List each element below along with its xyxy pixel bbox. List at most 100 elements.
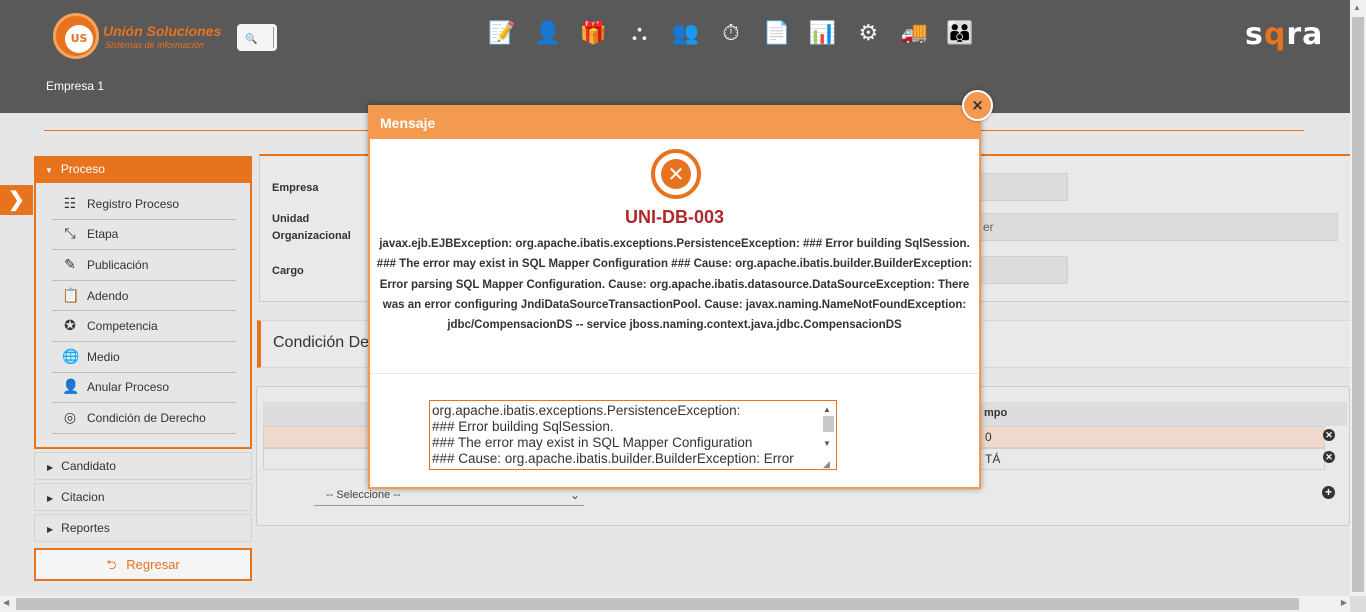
- brand-suffix: ra: [1286, 17, 1324, 52]
- menu-item-icon: 👤: [62, 379, 80, 396]
- caret-right-icon: ▶: [47, 494, 54, 503]
- menu-item-label: Adendo: [87, 288, 129, 303]
- report-icon[interactable]: 📄: [763, 20, 791, 48]
- document-edit-icon[interactable]: 📝: [488, 20, 516, 48]
- sidebar-item-registro-proceso[interactable]: ☷ Registro Proceso: [52, 189, 236, 220]
- brand-prefix: s: [1245, 17, 1264, 52]
- dialog-divider: [370, 373, 979, 374]
- detail-line: ### The error may exist in SQL Mapper Co…: [432, 435, 753, 450]
- sidebar-item-medio[interactable]: 🌐 Medio: [52, 342, 236, 373]
- dialog-close-button[interactable]: ×: [962, 90, 993, 121]
- menu-item-label: Medio: [87, 349, 120, 364]
- detail-line: org.apache.ibatis.exceptions.Persistence…: [432, 403, 741, 418]
- user-chart-icon[interactable]: 👥: [671, 20, 699, 48]
- company-name: Empresa 1: [46, 79, 105, 93]
- scroll-up-icon[interactable]: ▲: [1353, 3, 1361, 12]
- org-chart-icon[interactable]: ⛬: [625, 20, 653, 48]
- caret-down-icon: ▼: [45, 166, 53, 175]
- back-button[interactable]: ⮌ Regresar: [34, 548, 252, 581]
- top-bar: US Unión Soluciones Sistemas de Informac…: [0, 0, 1350, 113]
- menu-item-icon: ✪: [64, 318, 76, 335]
- sidebar-item-etapa[interactable]: ⤡ Etapa: [52, 220, 236, 251]
- menu-item-icon: ⤡: [64, 226, 76, 243]
- menu-item-icon: ◎: [63, 409, 77, 426]
- truck-settings-icon[interactable]: 🚚: [900, 20, 928, 48]
- sidebar-item-competencia[interactable]: ✪ Competencia: [52, 311, 236, 342]
- empresa-label: Empresa: [272, 182, 319, 194]
- caret-right-icon: ▶: [47, 525, 54, 534]
- brand-accent: q: [1263, 17, 1287, 52]
- menu-section-proceso[interactable]: ▼ Proceso: [34, 156, 252, 183]
- users-group-icon[interactable]: 👪: [946, 20, 974, 48]
- menu-items: ☷ Registro Proceso ⤡ Etapa ✎ Publicación 📋 Aden…: [34, 183, 252, 449]
- logo-tagline: Sistemas de Información: [105, 40, 205, 50]
- menu-section-label: Reportes: [61, 521, 110, 535]
- empresa-field[interactable]: [978, 173, 1068, 201]
- unidad-field[interactable]: er: [978, 213, 1338, 241]
- back-icon: ⮌: [106, 557, 117, 572]
- menu-item-label: Registro Proceso: [87, 196, 180, 211]
- detail-line: ### Cause: org.apache.ibatis.builder.Bui…: [432, 451, 794, 466]
- menu-item-icon: ✎: [64, 256, 76, 273]
- menu-section-citacion[interactable]: ▶ Citacion: [34, 483, 252, 511]
- search-button[interactable]: 🔍: [237, 24, 277, 51]
- unidad-field-value: er: [983, 220, 994, 234]
- error-detail-textarea[interactable]: org.apache.ibatis.exceptions.Persistence…: [429, 400, 837, 470]
- side-menu: ▼ Proceso ☷ Registro Proceso ⤡ Etapa ✎ Publica…: [34, 156, 252, 542]
- user-money-icon[interactable]: 👤: [534, 20, 562, 48]
- timer-icon[interactable]: ⏱: [717, 20, 745, 48]
- detail-line: ### Error building SqlSession.: [432, 419, 614, 434]
- main-toolbar: 📝 👤 🎁 ⛬ 👥 ⏱ 📄 📊 ⚙ 🚚 👪: [488, 20, 992, 48]
- row-value: TÁ: [985, 452, 1001, 466]
- company-logo[interactable]: US Unión Soluciones Sistemas de Informac…: [53, 13, 253, 59]
- cargo-field[interactable]: [978, 256, 1068, 284]
- collapsed-sections: ▶ Candidato ▶ Citacion ▶ Reportes: [34, 452, 252, 542]
- textarea-scroll-thumb[interactable]: [823, 416, 834, 432]
- caret-right-icon: ▶: [47, 463, 54, 472]
- error-icon: ✕: [651, 149, 701, 199]
- row-value: 0: [985, 430, 992, 444]
- menu-section-label: Proceso: [60, 162, 105, 176]
- presentation-icon[interactable]: 📊: [809, 20, 837, 48]
- logo-badge: US: [53, 13, 99, 59]
- gift-icon[interactable]: 🎁: [580, 20, 608, 48]
- back-label: Regresar: [126, 557, 180, 572]
- menu-item-icon: ☷: [63, 195, 77, 212]
- horizontal-scroll-thumb[interactable]: [16, 598, 1299, 610]
- vertical-scrollbar[interactable]: ▲: [1350, 0, 1366, 596]
- chevron-right-icon: ❯: [8, 189, 25, 211]
- add-row-icon[interactable]: +: [1322, 486, 1335, 499]
- menu-item-label: Competencia: [87, 319, 158, 334]
- error-message: javax.ejb.EJBException: org.apache.ibati…: [376, 238, 973, 332]
- select-value: -- Seleccione --: [326, 489, 401, 501]
- dialog-title: Mensaje: [370, 107, 979, 139]
- resize-grip-icon[interactable]: ◢: [823, 456, 830, 469]
- menu-item-label: Anular Proceso: [87, 380, 170, 395]
- error-x-icon: ✕: [661, 159, 691, 189]
- delete-row-icon[interactable]: ✕: [1323, 429, 1335, 441]
- settings-icon[interactable]: ⚙: [854, 20, 882, 48]
- scroll-down-icon[interactable]: ▼: [823, 436, 831, 452]
- brand-logo: sqra: [1245, 17, 1323, 52]
- sidebar-item-condici-n-de-derecho[interactable]: ◎ Condición de Derecho: [52, 403, 236, 434]
- menu-item-label: Condición de Derecho: [87, 410, 206, 425]
- section-title: Condición De: [273, 334, 370, 351]
- menu-section-candidato[interactable]: ▶ Candidato: [34, 452, 252, 480]
- textarea-scrollbar[interactable]: ▲ ▼ ◢: [821, 402, 835, 469]
- sidebar-item-adendo[interactable]: 📋 Adendo: [52, 281, 236, 312]
- sidebar-item-publicaci-n[interactable]: ✎ Publicación: [52, 250, 236, 281]
- sidebar-item-anular-proceso[interactable]: 👤 Anular Proceso: [52, 373, 236, 404]
- delete-row-icon[interactable]: ✕: [1323, 451, 1335, 463]
- menu-section-reportes[interactable]: ▶ Reportes: [34, 514, 252, 542]
- menu-item-icon: 📋: [62, 287, 80, 304]
- scroll-right-icon[interactable]: ▶: [1341, 598, 1347, 607]
- error-dialog: Mensaje ✕ UNI-DB-003 javax.ejb.EJBExcept…: [368, 105, 981, 489]
- search-icon: 🔍: [245, 34, 258, 45]
- menu-section-label: Citacion: [61, 490, 105, 504]
- sidebar-toggle[interactable]: ❯: [0, 185, 33, 215]
- logo-name: Unión Soluciones: [103, 23, 222, 39]
- scroll-left-icon[interactable]: ◀: [3, 598, 9, 607]
- close-icon: ×: [971, 96, 984, 114]
- vertical-scroll-thumb[interactable]: [1352, 17, 1364, 592]
- horizontal-scrollbar[interactable]: ◀ ▶: [0, 596, 1350, 612]
